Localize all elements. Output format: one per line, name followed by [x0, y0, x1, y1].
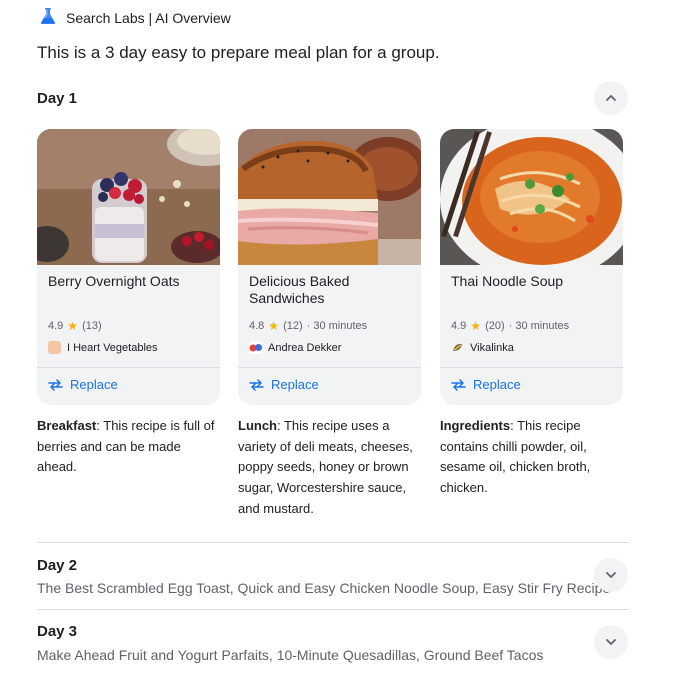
- rating-row: 4.8 ★ (12) · 30 minutes: [249, 319, 367, 333]
- replace-label: Replace: [473, 377, 521, 392]
- flask-icon: [38, 6, 58, 31]
- section-divider: [37, 609, 629, 610]
- ai-overview-header: Search Labs | AI Overview: [38, 6, 231, 31]
- chevron-up-icon: [606, 95, 616, 101]
- source-name: I Heart Vegetables: [67, 341, 158, 354]
- replace-button[interactable]: Replace: [249, 377, 319, 392]
- breakfast-description: Breakfast: This recipe is full of berrie…: [37, 416, 215, 478]
- recipe-image-berry-oats: [37, 129, 220, 265]
- day-2-heading: Day 2: [37, 557, 78, 574]
- swap-icon: [249, 378, 264, 391]
- expand-day-3-button[interactable]: [594, 625, 628, 659]
- day-2-summary: The Best Scrambled Egg Toast, Quick and …: [37, 580, 611, 596]
- expand-day-2-button[interactable]: [594, 558, 628, 592]
- star-icon: ★: [470, 319, 482, 333]
- rating-value: 4.8: [249, 320, 265, 332]
- star-icon: ★: [67, 319, 79, 333]
- source-row: Andrea Dekker: [249, 341, 341, 354]
- chevron-down-icon: [606, 572, 616, 578]
- replace-button[interactable]: Replace: [48, 377, 118, 392]
- card-divider: [440, 367, 623, 368]
- card-divider: [37, 367, 220, 368]
- rating-value: 4.9: [48, 320, 64, 332]
- description-label: Lunch: [238, 418, 277, 433]
- rating-count: (13): [82, 320, 102, 332]
- source-row: I Heart Vegetables: [48, 341, 158, 354]
- intro-text: This is a 3 day easy to prepare meal pla…: [37, 43, 440, 62]
- recipe-title: Thai Noodle Soup: [451, 273, 564, 289]
- description-label: Ingredients: [440, 418, 511, 433]
- source-name: Vikalinka: [470, 341, 514, 354]
- replace-label: Replace: [271, 377, 319, 392]
- replace-label: Replace: [70, 377, 118, 392]
- source-favicon-icon: [48, 341, 61, 354]
- recipe-image-thai-noodle-soup: [440, 129, 623, 265]
- source-favicon-icon: [451, 341, 464, 354]
- recipe-title: Berry Overnight Oats: [48, 273, 180, 289]
- day-3-summary: Make Ahead Fruit and Yogurt Parfaits, 10…: [37, 647, 544, 663]
- rating-value: 4.9: [451, 320, 467, 332]
- source-name: Andrea Dekker: [268, 341, 342, 354]
- star-icon: ★: [268, 319, 280, 333]
- recipe-card-baked-sandwiches[interactable]: Delicious Baked Sandwiches 4.8 ★ (12) · …: [238, 129, 421, 405]
- recipe-image-baked-sandwiches: [238, 129, 421, 265]
- collapse-day-1-button[interactable]: [594, 81, 628, 115]
- swap-icon: [451, 378, 466, 391]
- description-label: Breakfast: [37, 418, 97, 433]
- day-1-heading: Day 1: [37, 90, 78, 107]
- lunch-description: Lunch: This recipe uses a variety of del…: [238, 416, 424, 520]
- chevron-down-icon: [606, 639, 616, 645]
- header-title: Search Labs | AI Overview: [66, 10, 231, 26]
- recipe-card-berry-oats[interactable]: Berry Overnight Oats 4.9 ★ (13) I Heart …: [37, 129, 220, 405]
- section-divider: [37, 542, 629, 543]
- day-3-heading: Day 3: [37, 623, 78, 640]
- recipe-title: Delicious Baked Sandwiches: [249, 273, 350, 306]
- rating-row: 4.9 ★ (13): [48, 319, 102, 333]
- cook-time: · 30 minutes: [306, 320, 368, 332]
- source-row: Vikalinka: [451, 341, 514, 354]
- source-favicon-icon: [249, 341, 262, 354]
- rating-count: (20): [485, 320, 505, 332]
- rating-row: 4.9 ★ (20) · 30 minutes: [451, 319, 569, 333]
- recipe-card-thai-noodle-soup[interactable]: Thai Noodle Soup 4.9 ★ (20) · 30 minutes…: [440, 129, 623, 405]
- card-divider: [238, 367, 421, 368]
- rating-count: (12): [283, 320, 303, 332]
- replace-button[interactable]: Replace: [451, 377, 521, 392]
- swap-icon: [48, 378, 63, 391]
- cook-time: · 30 minutes: [508, 320, 570, 332]
- ingredients-description: Ingredients: This recipe contains chilli…: [440, 416, 626, 499]
